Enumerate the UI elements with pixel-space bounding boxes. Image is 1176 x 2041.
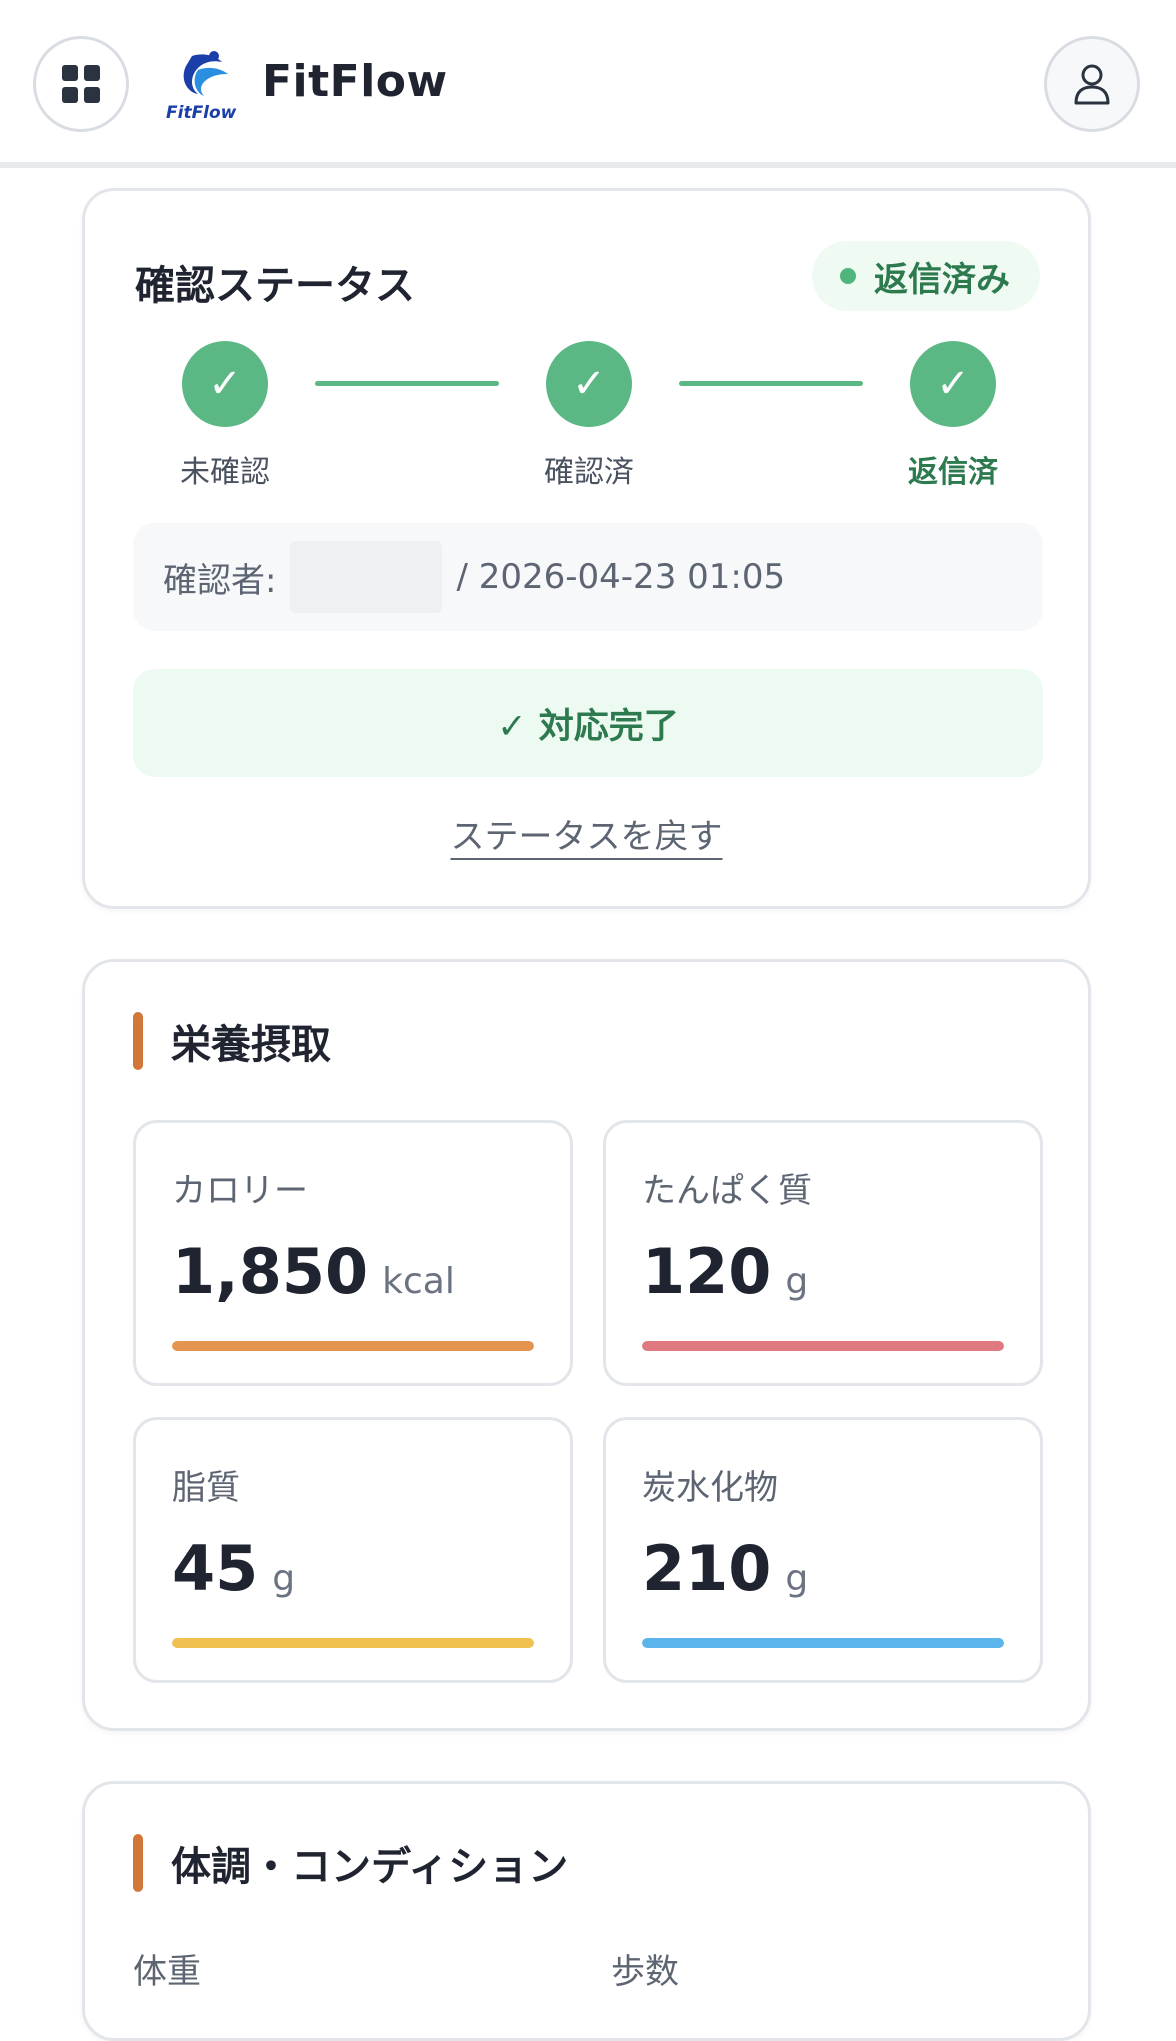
- user-profile-button[interactable]: [1044, 36, 1140, 132]
- metric-bar: [172, 1638, 534, 1648]
- step-unconfirmed: ✓ 未確認: [135, 341, 315, 491]
- confirmer-timestamp: / 2026-04-23 01:05: [456, 557, 786, 597]
- status-card: 確認ステータス 返信済み ✓ 未確認 ✓ 確認済 ✓ 返信済 確認者: / 20…: [82, 188, 1091, 909]
- metric-bar-fill: [172, 1638, 534, 1648]
- metric-unit: kcal: [382, 1261, 455, 1302]
- status-dot-icon: [840, 268, 856, 284]
- metric-unit: g: [272, 1558, 296, 1599]
- status-title: 確認ステータス: [135, 263, 415, 309]
- metric-protein: たんぱく質 120 g: [603, 1120, 1043, 1386]
- check-icon: ✓: [182, 341, 268, 427]
- steps-label: 歩数: [611, 1952, 679, 1992]
- status-badge: 返信済み: [812, 241, 1040, 311]
- step-label: 確認済: [544, 455, 634, 490]
- metric-bar: [642, 1341, 1004, 1351]
- metric-carbs: 炭水化物 210 g: [603, 1417, 1043, 1683]
- condition-card: 体調・コンディション 体重 歩数: [82, 1781, 1091, 2041]
- section-accent-bar: [133, 1834, 143, 1892]
- metric-bar-fill: [172, 1341, 534, 1351]
- fitflow-logo: FitFlow: [166, 51, 237, 122]
- nutrition-header: 栄養摂取: [133, 1012, 331, 1070]
- check-icon: ✓: [910, 341, 996, 427]
- nutrition-card: 栄養摂取 カロリー 1,850 kcal たんぱく質 120 g 脂質 45 g: [82, 959, 1091, 1731]
- svg-text:FitFlow: FitFlow: [166, 103, 237, 122]
- revert-status-link[interactable]: ステータスを戻す: [451, 817, 723, 857]
- user-icon: [1074, 64, 1110, 105]
- metric-value: 210: [642, 1532, 772, 1605]
- check-icon: ✓: [546, 341, 632, 427]
- section-accent-bar: [133, 1012, 143, 1070]
- metric-value: 120: [642, 1235, 772, 1308]
- status-stepper: ✓ 未確認 ✓ 確認済 ✓ 返信済: [85, 341, 1088, 501]
- metric-fat: 脂質 45 g: [133, 1417, 573, 1683]
- step-label: 未確認: [180, 455, 270, 490]
- metric-bar-fill: [642, 1638, 1004, 1648]
- confirmer-info: 確認者: / 2026-04-23 01:05: [133, 523, 1043, 631]
- metric-bar: [642, 1638, 1004, 1648]
- metric-label: 脂質: [172, 1468, 240, 1508]
- condition-header: 体調・コンディション: [133, 1834, 568, 1892]
- step-connector: [315, 381, 499, 386]
- confirmer-label: 確認者:: [163, 560, 277, 601]
- metric-value: 45: [172, 1532, 259, 1605]
- step-label: 返信済: [908, 455, 998, 490]
- metric-label: カロリー: [172, 1171, 308, 1211]
- step-replied: ✓ 返信済: [863, 341, 1043, 491]
- metric-bar-fill: [642, 1341, 1004, 1351]
- weight-label: 体重: [133, 1952, 201, 1992]
- condition-title: 体調・コンディション: [171, 1844, 569, 1890]
- metric-calories: カロリー 1,850 kcal: [133, 1120, 573, 1386]
- step-confirmed: ✓ 確認済: [499, 341, 679, 491]
- grid-icon: [62, 65, 100, 103]
- step-connector: [679, 381, 863, 386]
- app-header: FitFlow FitFlow: [0, 0, 1176, 168]
- metric-value: 1,850: [172, 1235, 369, 1308]
- metric-bar: [172, 1341, 534, 1351]
- metric-unit: g: [785, 1558, 809, 1599]
- confirmer-name-redacted: [290, 541, 443, 613]
- nutrition-title: 栄養摂取: [171, 1022, 331, 1068]
- metric-label: 炭水化物: [642, 1468, 778, 1508]
- menu-button[interactable]: [33, 36, 129, 132]
- app-title: FitFlow: [262, 56, 448, 107]
- metric-label: たんぱく質: [642, 1171, 812, 1211]
- metric-unit: g: [785, 1261, 809, 1302]
- complete-button[interactable]: ✓ 対応完了: [133, 669, 1043, 777]
- status-badge-label: 返信済み: [874, 259, 1010, 300]
